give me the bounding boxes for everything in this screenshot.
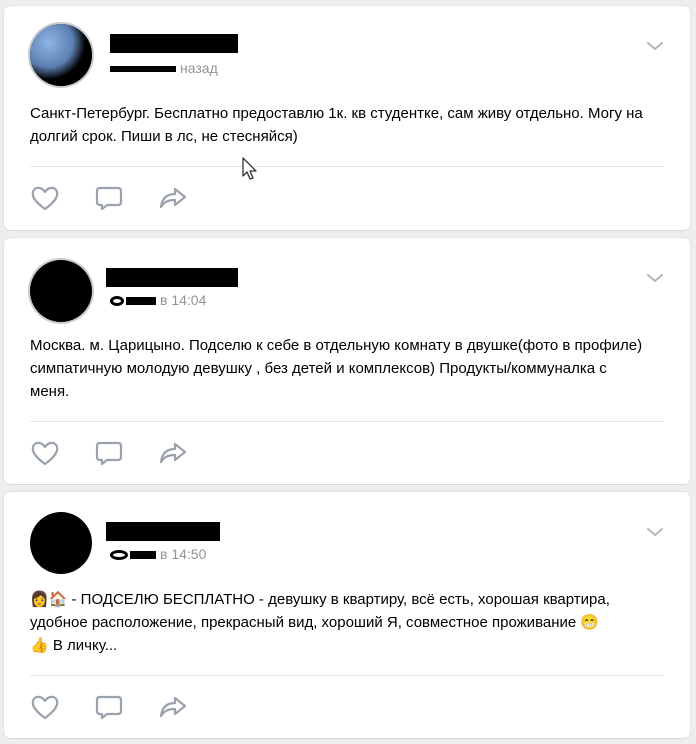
post-text: Москва. м. Царицыно. Подселю к себе в от… <box>30 337 643 400</box>
eye-icon <box>110 550 128 561</box>
comment-icon <box>95 186 123 211</box>
share-icon <box>159 442 187 464</box>
comment-icon <box>95 695 123 720</box>
comment-button[interactable] <box>94 184 124 212</box>
comment-button[interactable] <box>94 439 124 467</box>
comment-icon <box>95 441 123 466</box>
divider <box>30 675 664 676</box>
eye-icon <box>110 296 124 307</box>
post-card: в 14:04 Москва. м. Царицыно. Подселю к с… <box>4 238 690 484</box>
author-name-redacted[interactable] <box>106 268 238 287</box>
like-button[interactable] <box>30 439 60 467</box>
chevron-down-icon[interactable] <box>646 526 664 538</box>
mouse-cursor-icon <box>242 157 257 180</box>
post-actions <box>30 439 230 467</box>
post-text: Санкт-Петербург. Бесплатно предоставлю 1… <box>30 105 643 145</box>
post-text-line: 👍 В личку... <box>30 637 118 654</box>
post-text-line: 👩🏠 - ПОДСЕЛЮ БЕСПЛАТНО - девушку в кварт… <box>30 591 610 608</box>
divider <box>30 421 664 422</box>
views-redacted <box>130 551 156 560</box>
like-button[interactable] <box>30 184 60 212</box>
time-label: в 14:04 <box>160 292 207 308</box>
comment-button[interactable] <box>94 693 124 721</box>
share-icon <box>159 696 187 718</box>
heart-icon <box>31 695 59 720</box>
post-time[interactable]: в 14:50 <box>110 546 206 562</box>
post-time[interactable]: в 14:04 <box>110 292 206 308</box>
post-card: назад Санкт-Петербург. Бесплатно предост… <box>4 6 690 230</box>
post-text-line: удобное расположение, прекрасный вид, хо… <box>30 614 600 631</box>
share-icon <box>159 187 187 209</box>
avatar[interactable] <box>30 260 92 322</box>
share-button[interactable] <box>158 439 188 467</box>
post-card: в 14:50 👩🏠 - ПОДСЕЛЮ БЕСПЛАТНО - девушку… <box>4 492 690 738</box>
chevron-down-icon[interactable] <box>646 40 664 52</box>
heart-icon <box>31 441 59 466</box>
avatar[interactable] <box>30 24 92 86</box>
post-text: 👩🏠 - ПОДСЕЛЮ БЕСПЛАТНО - девушку в кварт… <box>30 588 670 657</box>
share-button[interactable] <box>158 184 188 212</box>
heart-icon <box>31 186 59 211</box>
author-name-redacted[interactable] <box>110 34 238 53</box>
like-button[interactable] <box>30 693 60 721</box>
share-button[interactable] <box>158 693 188 721</box>
time-label: в 14:50 <box>160 546 207 562</box>
time-suffix: назад <box>180 60 218 76</box>
post-actions <box>30 184 230 212</box>
divider <box>30 166 664 167</box>
chevron-down-icon[interactable] <box>646 272 664 284</box>
post-actions <box>30 693 230 721</box>
author-name-redacted[interactable] <box>106 522 220 541</box>
views-redacted <box>126 297 156 306</box>
time-redacted <box>110 66 176 73</box>
avatar[interactable] <box>30 512 92 574</box>
post-time[interactable]: назад <box>110 60 218 76</box>
